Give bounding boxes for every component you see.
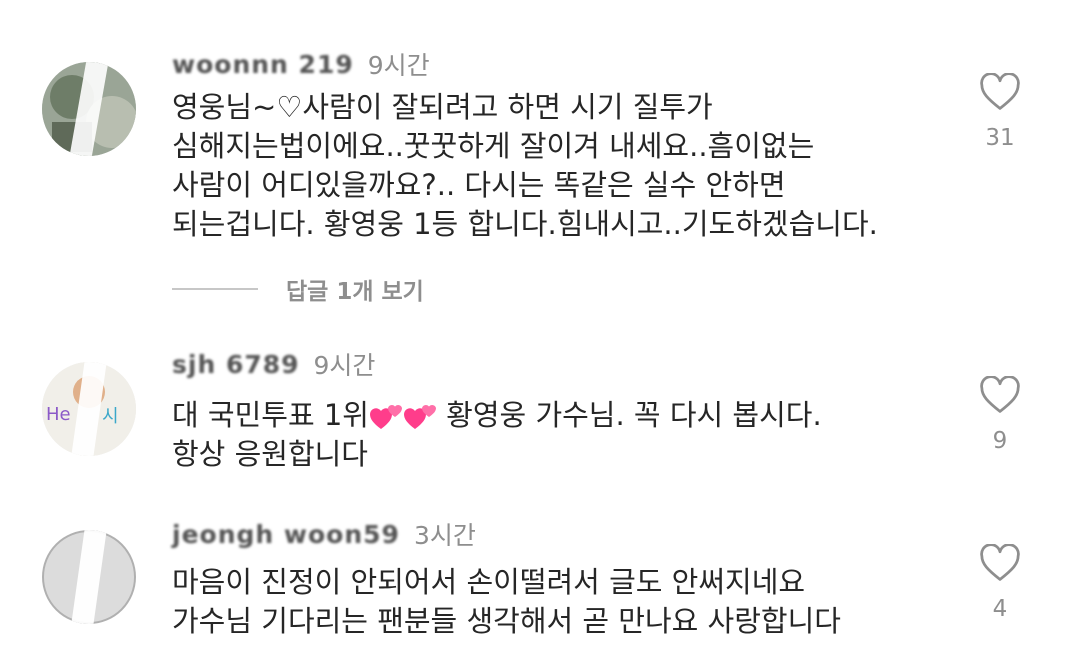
comment-line: 마음이 진정이 안되어서 손이떨려서 글도 안써지네요 (172, 565, 806, 599)
like-control: 31 (975, 73, 1025, 151)
view-replies-button[interactable]: 답글 1개 보기 (172, 272, 424, 306)
heart-icon[interactable] (979, 376, 1021, 414)
username[interactable]: jeongh woon59 (172, 520, 400, 549)
username[interactable]: sjh 6789 (172, 350, 300, 379)
like-count: 4 (992, 596, 1008, 622)
username[interactable]: woonnn 219 (172, 50, 354, 79)
comment-line: 되는겁니다. 황영웅 1등 합니다.힘내시고..기도하겠습니다. (172, 207, 878, 241)
view-replies-label: 답글 1개 보기 (286, 279, 424, 305)
svg-text:시: 시 (102, 406, 119, 427)
avatar[interactable] (42, 62, 136, 156)
avatar-image: He 시 (42, 362, 136, 456)
two-hearts-icon (403, 404, 436, 429)
heart-icon[interactable] (979, 73, 1021, 111)
comment-line: 사람이 어디있을까요?.. 다시는 똑같은 실수 안하면 (172, 168, 786, 202)
timestamp: 9시간 (313, 351, 376, 380)
comment-line: 심해지는법이에요..꿋꿋하게 잘이겨 내세요..흠이없는 (172, 129, 815, 163)
like-control: 9 (975, 376, 1025, 454)
comment-line: 영웅님~♡사람이 잘되려고 하면 시기 질투가 (172, 90, 713, 124)
divider (172, 288, 258, 290)
two-hearts-icon (369, 404, 402, 429)
like-count: 9 (992, 428, 1008, 454)
avatar[interactable]: He 시 (42, 362, 136, 456)
comment-line: 항상 응원합니다 (172, 437, 368, 471)
timestamp: 9시간 (367, 51, 430, 80)
comment-line: 대 국민투표 1위 황영웅 가수님. 꼭 다시 봅시다. (172, 396, 952, 435)
comment-segment: 대 국민투표 1위 (172, 398, 369, 432)
comment-line: 가수님 기다리는 팬분들 생각해서 곧 만나요 사랑합니다 (172, 604, 841, 638)
comment-meta: jeongh woon59 3시간 (172, 516, 476, 552)
like-count: 31 (985, 125, 1015, 151)
comment-meta: sjh 6789 9시간 (172, 346, 375, 382)
comment-text: 영웅님~♡사람이 잘되려고 하면 시기 질투가 심해지는법이에요..꿋꿋하게 잘… (172, 88, 952, 244)
comment-segment: 황영웅 가수님. 꼭 다시 봅시다. (436, 398, 822, 432)
comment-text: 대 국민투표 1위 황영웅 가수님. 꼭 다시 봅시다. 항상 응원합니다 (172, 396, 952, 474)
like-control: 4 (975, 544, 1025, 622)
avatar-image (42, 62, 136, 156)
avatar[interactable] (42, 530, 136, 624)
svg-text:He: He (46, 404, 71, 425)
avatar-image (42, 530, 136, 624)
comment-text: 마음이 진정이 안되어서 손이떨려서 글도 안써지네요 가수님 기다리는 팬분들… (172, 563, 952, 641)
heart-icon[interactable] (979, 544, 1021, 582)
comment-meta: woonnn 219 9시간 (172, 46, 430, 82)
timestamp: 3시간 (413, 521, 476, 550)
